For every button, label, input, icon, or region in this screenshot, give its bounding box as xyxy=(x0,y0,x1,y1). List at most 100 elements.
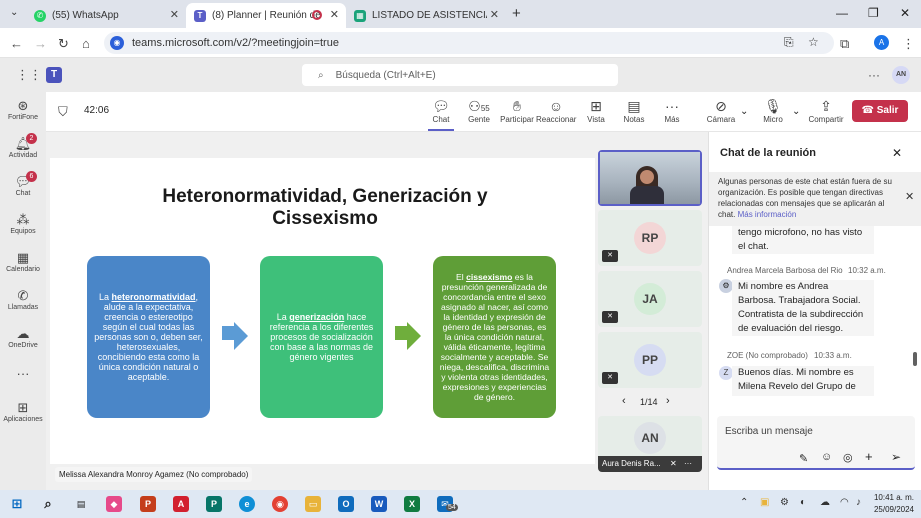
onedrive-tray-icon[interactable]: ☁ xyxy=(820,497,830,508)
tab-whatsapp[interactable]: ✆ (55) WhatsApp ✕ xyxy=(26,3,186,28)
new-tab-icon[interactable]: + xyxy=(512,5,521,22)
wifi-icon[interactable]: ◠ xyxy=(840,497,849,508)
rail-item-equipos[interactable]: ⁂ Equipos xyxy=(0,212,46,235)
message-author: ZOE (No comprobado) xyxy=(727,351,808,360)
minimize-icon[interactable]: — xyxy=(836,6,848,20)
participant-tile[interactable]: AN Aura Denis Ra... ✕ ··· xyxy=(598,416,702,472)
tray-overflow-icon[interactable]: ⌃ xyxy=(740,497,748,508)
view-button[interactable]: ⊞ Vista xyxy=(584,98,608,124)
clock-date[interactable]: 25/09/2024 xyxy=(872,505,914,514)
search-icon[interactable]: ⌕ xyxy=(40,496,56,512)
chat-scrollbar-thumb[interactable] xyxy=(913,352,917,366)
rail-item-chat[interactable]: 💬︎ 6 Chat xyxy=(0,171,46,197)
copilot-icon[interactable]: ◆ xyxy=(106,496,122,512)
rail-item-llamadas[interactable]: ✆ Llamadas xyxy=(0,288,46,311)
more-horizontal-icon[interactable]: ··· xyxy=(684,456,692,472)
chrome-icon[interactable]: ◉ xyxy=(272,496,288,512)
rail-item-actividad[interactable]: 🔔︎ 2 Actividad xyxy=(0,133,46,159)
search-input[interactable]: ⌕ Búsqueda (Ctrl+Alt+E) xyxy=(302,64,618,86)
close-tab-icon[interactable]: ✕ xyxy=(330,8,339,21)
mic-off-icon: ✕ xyxy=(670,459,677,468)
format-icon[interactable]: ✎ xyxy=(799,452,808,465)
camera-off-icon: ⊘ xyxy=(715,98,727,114)
shield-icon: ⛉ xyxy=(58,104,68,119)
mic-off-icon: ✕ xyxy=(602,372,618,384)
send-icon[interactable]: ➢ xyxy=(891,450,901,464)
raise-hand-button[interactable]: ✋︎ Participar xyxy=(500,98,534,124)
pdf-reader-icon[interactable]: A xyxy=(173,496,189,512)
sheets-icon: ▦ xyxy=(354,9,366,22)
rail-more-apps[interactable]: ··· xyxy=(0,366,46,382)
tab-planner-meeting[interactable]: T (8) Planner | Reunión de Ma ✕ xyxy=(186,3,346,28)
extensions-icon[interactable]: ⧉ xyxy=(840,36,849,52)
powerpoint-icon[interactable]: P xyxy=(140,496,156,512)
tray-app-icon[interactable]: ◐ xyxy=(800,497,806,508)
tray-app-icon[interactable]: ⚙ xyxy=(780,497,789,508)
more-button[interactable]: ··· Más xyxy=(660,98,684,124)
previous-page-icon[interactable]: ‹ xyxy=(622,395,626,407)
share-button[interactable]: ⇪ Compartir xyxy=(808,98,844,124)
rail-item-fortifone[interactable]: ⊛ FortiFone xyxy=(0,98,46,121)
url-field[interactable]: ◉ teams.microsoft.com/v2/?meetingjoin=tr… xyxy=(104,32,834,54)
emoji-icon[interactable]: ☺ xyxy=(821,451,832,463)
speaker-face xyxy=(640,170,654,184)
mic-off-icon: 🎙︎ xyxy=(764,98,782,114)
mic-options-chevron-icon[interactable]: ⌄ xyxy=(792,106,800,117)
tab-listado-asistencia[interactable]: ▦ LISTADO DE ASISTENCIA - ASIS ✕ xyxy=(346,3,506,28)
user-avatar[interactable]: AN xyxy=(892,66,910,84)
notes-button[interactable]: ▤ Notas xyxy=(622,98,646,124)
bookmark-star-icon[interactable]: ☆ xyxy=(808,35,819,49)
more-info-link[interactable]: Más información xyxy=(738,210,797,219)
restore-icon[interactable]: ❐ xyxy=(868,6,879,20)
widgets-icon[interactable]: ▤ xyxy=(73,496,89,512)
rail-item-onedrive[interactable]: ☁︎ OneDrive xyxy=(0,326,46,349)
participant-tile[interactable]: JA ✕ xyxy=(598,271,702,327)
chat-button[interactable]: 💬︎ Chat xyxy=(428,98,454,131)
publisher-icon[interactable]: P xyxy=(206,496,222,512)
outlook-icon[interactable]: O xyxy=(338,496,354,512)
close-tab-icon[interactable]: ✕ xyxy=(490,8,499,21)
tab-list-chevron-icon[interactable]: ⌄ xyxy=(10,7,18,18)
clock-time[interactable]: 10:41 a. m. xyxy=(872,493,914,502)
sticker-icon[interactable]: ◎ xyxy=(843,451,853,464)
profile-avatar[interactable]: A xyxy=(874,35,889,50)
file-explorer-icon[interactable]: ▭ xyxy=(305,496,321,512)
close-tab-icon[interactable]: ✕ xyxy=(170,8,179,21)
chat-icon: 💬︎ xyxy=(432,98,450,114)
react-button[interactable]: ☺ Reaccionar xyxy=(536,98,576,124)
reload-icon[interactable]: ↻ xyxy=(58,36,69,52)
browser-menu-icon[interactable]: ⋮ xyxy=(902,36,915,52)
participant-pager: 1/14 xyxy=(640,397,658,407)
word-icon[interactable]: W xyxy=(371,496,387,512)
people-button[interactable]: ⚇55 Gente xyxy=(464,98,494,124)
tray-app-icon[interactable]: ▣ xyxy=(760,497,769,508)
message-author: Andrea Marcela Barbosa del Rio xyxy=(727,266,843,275)
site-info-icon[interactable]: ◉ xyxy=(110,36,124,50)
cast-icon[interactable]: ⎘ xyxy=(784,35,794,50)
next-page-icon[interactable]: › xyxy=(666,395,670,407)
back-icon[interactable]: ← xyxy=(10,36,23,51)
forward-icon[interactable]: → xyxy=(34,36,47,51)
excel-icon[interactable]: X xyxy=(404,496,420,512)
volume-icon[interactable]: ♪ xyxy=(856,497,861,508)
home-icon[interactable]: ⌂ xyxy=(82,36,90,51)
close-chat-icon[interactable]: ✕ xyxy=(892,146,902,160)
edge-icon[interactable]: e xyxy=(239,496,255,512)
leave-button[interactable]: ☎︎ Salir xyxy=(852,100,908,122)
close-window-icon[interactable]: ✕ xyxy=(900,6,910,20)
arrow-right-icon xyxy=(407,322,421,350)
participant-tile[interactable]: RP ✕ xyxy=(598,210,702,266)
dismiss-notice-icon[interactable]: ✕ xyxy=(905,192,914,203)
rail-item-aplicaciones[interactable]: ⊞ Aplicaciones xyxy=(0,400,46,423)
participant-tile[interactable]: PP ✕ xyxy=(598,332,702,388)
message-compose-box[interactable]: Escriba un mensaje ✎ ☺ ◎ + ➢ xyxy=(717,416,915,470)
camera-options-chevron-icon[interactable]: ⌄ xyxy=(740,106,748,117)
active-speaker-video-tile[interactable] xyxy=(598,150,702,206)
mic-button[interactable]: 🎙︎ Micro xyxy=(760,98,786,124)
rail-item-calendario[interactable]: ▦ Calendario xyxy=(0,250,46,273)
add-attachment-icon[interactable]: + xyxy=(865,449,873,464)
url-text: teams.microsoft.com/v2/?meetingjoin=true xyxy=(132,37,339,49)
windows-start-icon[interactable]: ⊞ xyxy=(9,496,25,512)
more-options-icon[interactable]: ··· xyxy=(868,68,880,82)
camera-button[interactable]: ⊘ Cámara xyxy=(706,98,736,124)
